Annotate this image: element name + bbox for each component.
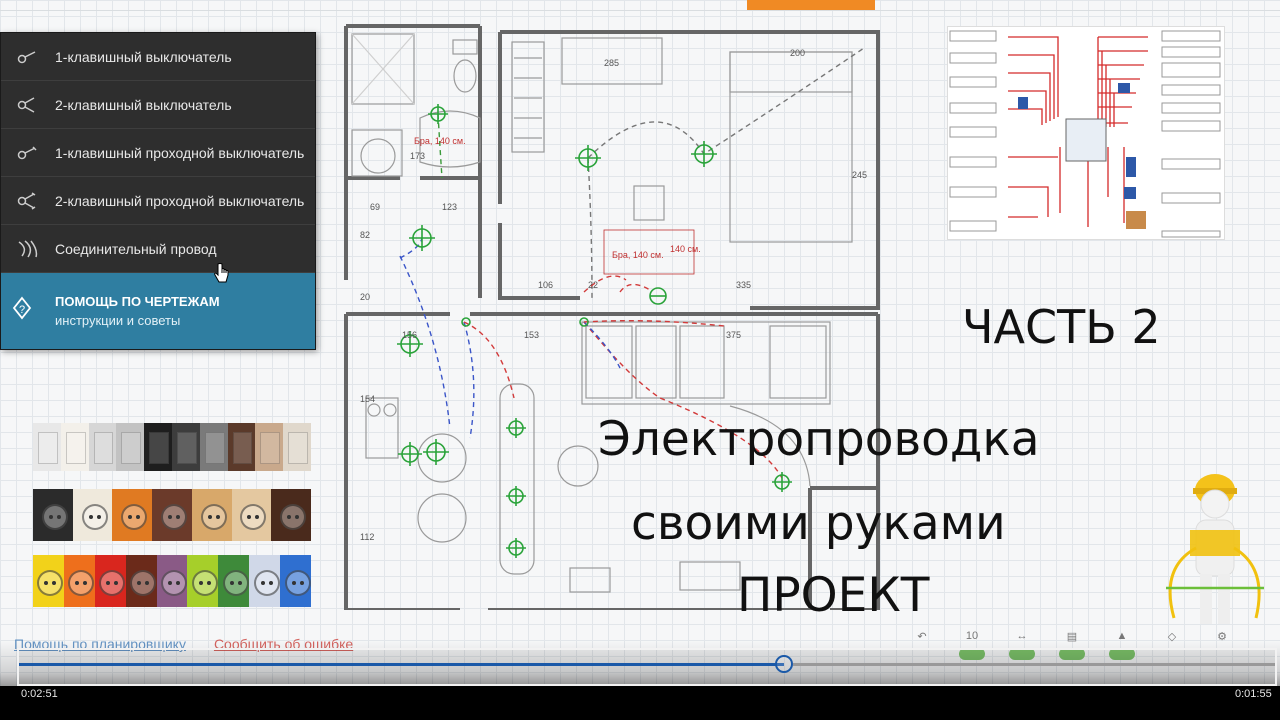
menu-item-label: 2-клавишный проходной выключатель — [55, 192, 305, 209]
svg-text:123: 123 — [442, 202, 457, 212]
svg-text:22: 22 — [588, 280, 598, 290]
hand-cursor-icon — [214, 263, 229, 283]
menu-item-label: 1-клавишный выключатель — [55, 48, 232, 65]
svg-text:285: 285 — [604, 58, 619, 68]
part-label: ЧАСТЬ 2 — [962, 300, 1161, 354]
top-divider — [0, 10, 1280, 11]
seek-progress — [19, 663, 784, 666]
title-line-1: Электропроводка — [598, 412, 1040, 467]
help-title: ПОМОЩЬ ПО ЧЕРТЕЖАМ — [55, 294, 220, 309]
title-line-2: своими руками — [631, 496, 1006, 551]
menu-item-switch-1[interactable]: 1-клавишный выключатель — [1, 33, 315, 81]
svg-text:112: 112 — [360, 532, 374, 542]
duration-time: 0:01:55 — [1235, 688, 1272, 700]
pass-switch-1-icon — [9, 145, 47, 160]
video-player — [0, 640, 1280, 720]
svg-text:200: 200 — [790, 48, 805, 58]
help-icon: ? — [3, 296, 41, 326]
svg-text:154: 154 — [360, 394, 375, 404]
svg-text:173: 173 — [410, 151, 425, 161]
menu-item-label: 2-клавишный выключатель — [55, 96, 232, 113]
svg-text:Бра, 140 см.: Бра, 140 см. — [612, 250, 664, 260]
top-tab-indicator[interactable] — [747, 0, 875, 10]
svg-text:156: 156 — [402, 330, 417, 340]
svg-text:82: 82 — [360, 230, 370, 240]
svg-text:20: 20 — [360, 292, 370, 302]
svg-text:375: 375 — [726, 330, 741, 340]
plan-dimensions: 285 200 245 173 69 123 82 20 106 22 335 … — [360, 48, 867, 542]
menu-item-switch-2[interactable]: 2-клавишный выключатель — [1, 81, 315, 129]
tool-menu: 1-клавишный выключатель 2-клавишный выкл… — [0, 32, 316, 350]
svg-text:153: 153 — [524, 330, 539, 340]
seek-bar[interactable] — [17, 648, 1277, 686]
seek-remaining — [793, 663, 1275, 666]
svg-text:Бра, 140 см.: Бра, 140 см. — [414, 136, 466, 146]
seek-handle[interactable] — [775, 655, 793, 673]
help-subtitle: инструкции и советы — [55, 313, 181, 328]
current-time: 0:02:51 — [21, 688, 58, 700]
svg-text:106: 106 — [538, 280, 553, 290]
menu-item-label: 1-клавишный проходной выключатель — [55, 144, 305, 161]
svg-text:140 см.: 140 см. — [670, 244, 701, 254]
pass-switch-2-icon — [9, 191, 47, 210]
svg-text:69: 69 — [370, 202, 380, 212]
color-swatches-image — [33, 423, 312, 607]
menu-item-pass-switch-2[interactable]: 2-клавишный проходной выключатель — [1, 177, 315, 225]
menu-item-wire[interactable]: Соединительный провод — [1, 225, 315, 273]
svg-text:?: ? — [19, 304, 25, 316]
svg-text:335: 335 — [736, 280, 751, 290]
wire-icon — [9, 238, 47, 260]
svg-text:245: 245 — [852, 170, 867, 180]
title-line-3: ПРОЕКТ — [737, 568, 930, 623]
menu-item-label: Соединительный провод — [55, 240, 217, 257]
switch-2-icon — [9, 96, 47, 114]
switch-1-icon — [9, 50, 47, 64]
wiring-schema-image — [947, 26, 1225, 240]
menu-help-drawings[interactable]: ? ПОМОЩЬ ПО ЧЕРТЕЖАМ инструкции и советы — [1, 273, 315, 349]
electrician-figure-icon — [1166, 474, 1264, 624]
menu-item-pass-switch-1[interactable]: 1-клавишный проходной выключатель — [1, 129, 315, 177]
